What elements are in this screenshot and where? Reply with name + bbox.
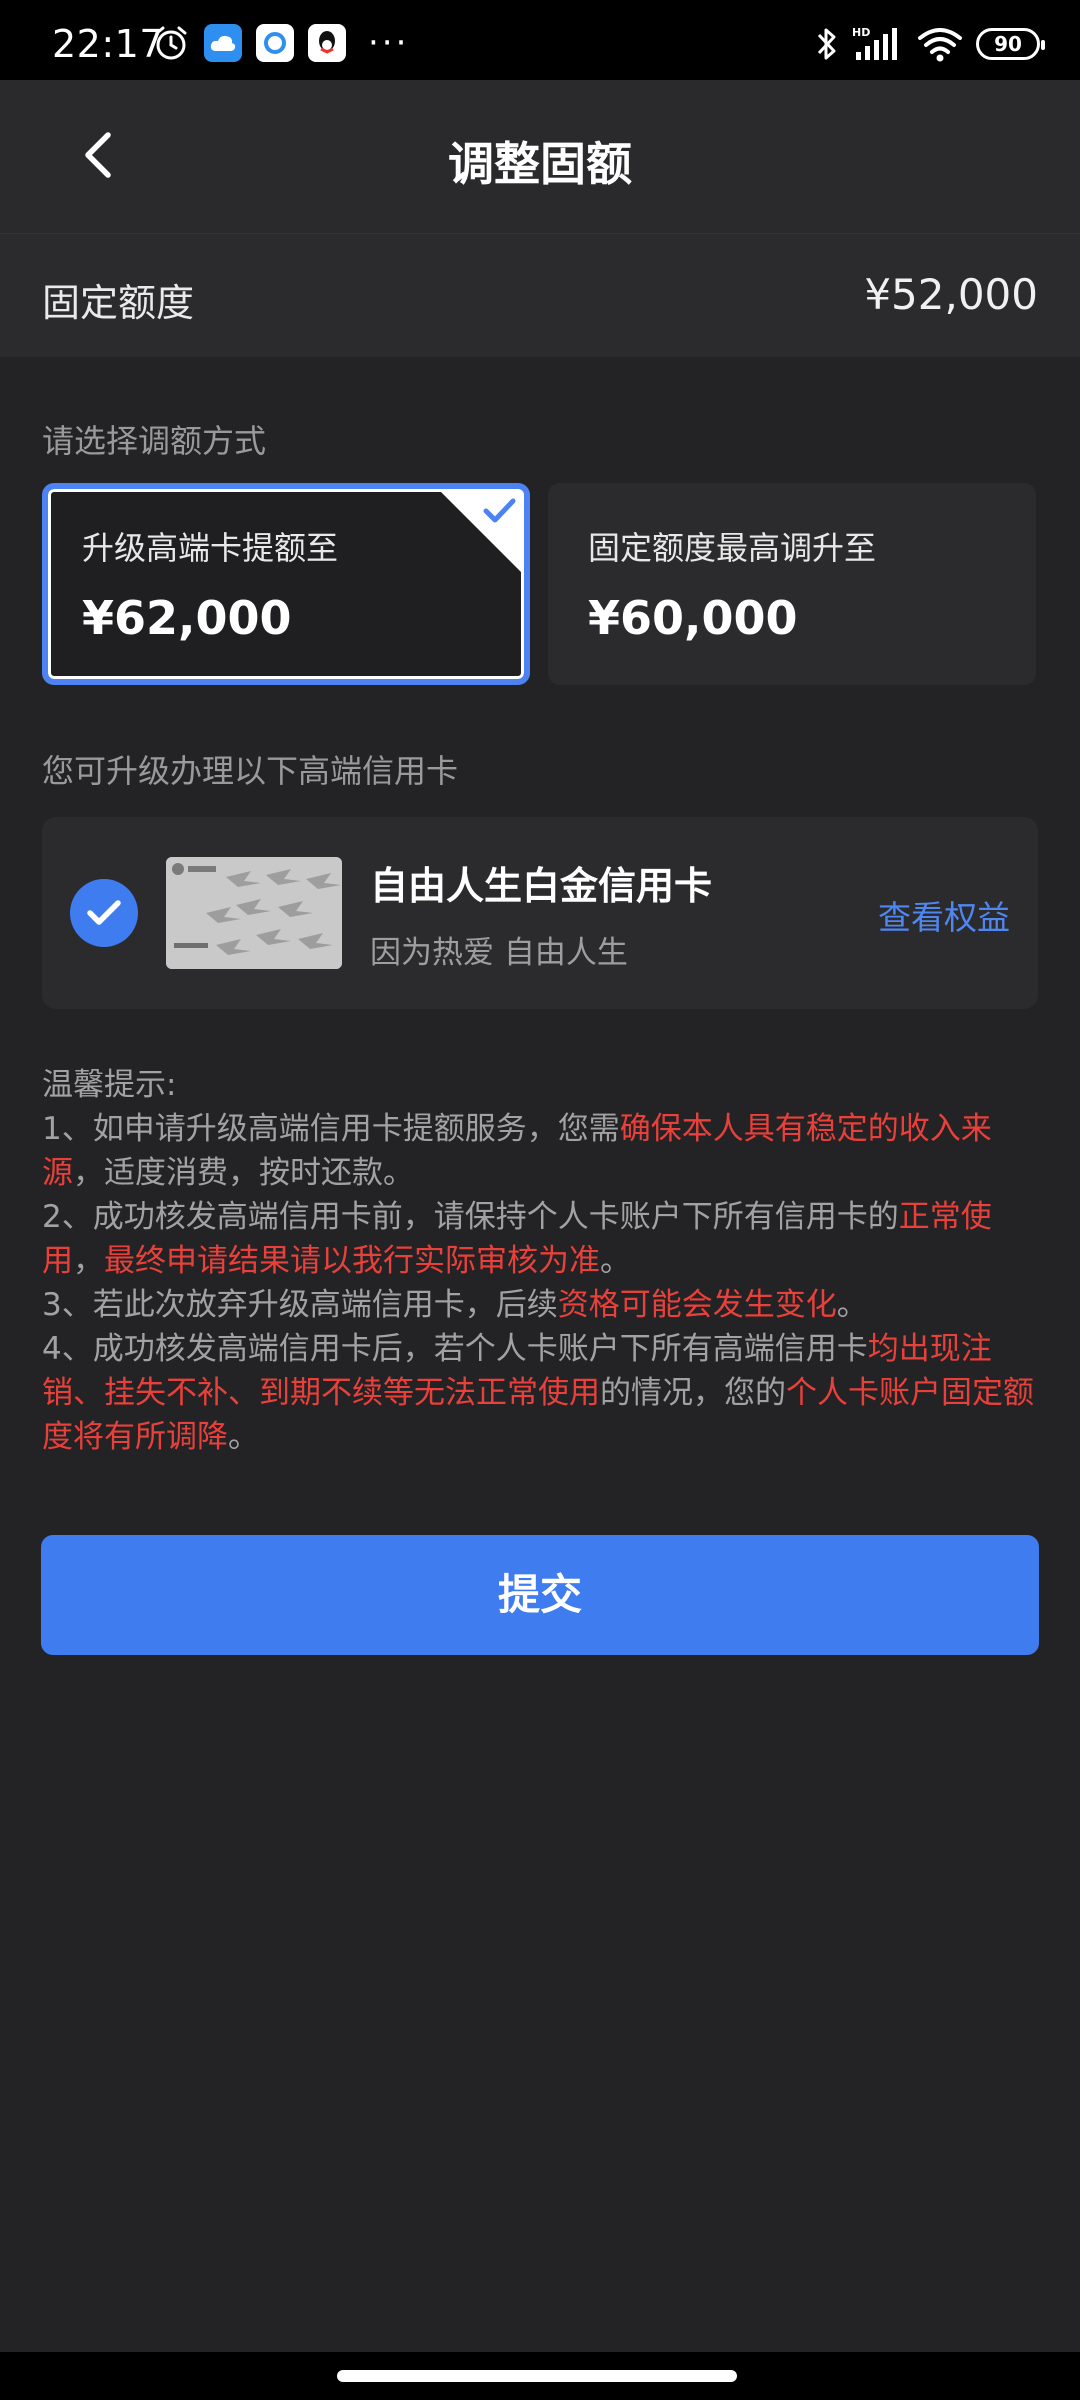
tip-item-1: 1、如申请升级高端信用卡提额服务，您需确保本人具有稳定的收入来源，适度消费，按时… [42,1107,1042,1195]
option-fixed-raise-label: 固定额度最高调升至 [588,529,877,567]
nav-bar: 调整固额 [0,80,1080,233]
option-fixed-raise[interactable]: 固定额度最高调升至 ¥60,000 [548,483,1036,685]
home-indicator[interactable] [337,2370,737,2382]
fixed-amount-value: ¥52,000 [864,270,1038,319]
fixed-amount-label: 固定额度 [42,281,195,325]
tip-text: 4、成功核发高端信用卡后，若个人卡账户下所有高端信用卡 [42,1331,868,1367]
tip-text: ， [73,1243,104,1279]
status-time: 22:17 [52,22,165,66]
status-bar: 22:17 ··· HD 90 [0,0,1080,80]
wifi-icon [918,28,962,62]
battery-level: 90 [994,32,1022,56]
tip-text: 1、如申请升级高端信用卡提额服务，您需 [42,1111,620,1147]
tips-block: 温馨提示: 1、如申请升级高端信用卡提额服务，您需确保本人具有稳定的收入来源，适… [42,1063,1042,1459]
hd-signal-icon: HD [852,26,897,60]
tip-text: 。 [836,1287,868,1323]
tip-text: 3、若此次放弃升级高端信用卡，后续 [42,1287,558,1323]
card-option[interactable]: 自由人生白金信用卡 因为热爱 自由人生 查看权益 [42,817,1038,1009]
credit-card-image [166,857,342,969]
status-left-icons: ··· [152,24,409,62]
view-benefits-link[interactable]: 查看权益 [878,891,1010,939]
fixed-amount-row: 固定额度 ¥52,000 [0,233,1080,357]
tip-warning-text: 资格可能会发生变化 [557,1287,837,1323]
page-title: 调整固额 [448,137,632,191]
svg-text:HD: HD [852,26,870,39]
upgrade-section-label: 您可升级办理以下高端信用卡 [42,752,459,790]
tip-text: 2、成功核发高端信用卡前，请保持个人卡账户下所有信用卡的 [42,1199,899,1235]
tip-item-4: 4、成功核发高端信用卡后，若个人卡账户下所有高端信用卡均出现注销、挂失不补、到期… [42,1327,1042,1459]
tip-text: ，适度消费，按时还款。 [73,1155,414,1191]
tip-item-2: 2、成功核发高端信用卡前，请保持个人卡账户下所有信用卡的正常使用，最终申请结果请… [42,1195,1042,1283]
more-dots: ··· [368,23,410,63]
tip-text: 的情况，您的 [600,1375,786,1411]
check-icon [87,900,121,925]
card-selected-checkbox[interactable] [70,879,138,947]
bluetooth-icon [817,28,836,60]
check-icon [483,498,516,523]
tip-item-3: 3、若此次放弃升级高端信用卡，后续资格可能会发生变化。 [42,1283,1042,1327]
method-section-label: 请选择调额方式 [42,422,267,460]
option-upgrade-label: 升级高端卡提额至 [82,529,339,567]
cloud-app-icon [204,24,242,62]
tip-warning-text: 最终申请结果请以我行实际审核为准 [104,1243,600,1279]
home-indicator-bar [0,2352,1080,2400]
qq-app-icon [308,24,346,62]
submit-button[interactable]: 提交 [41,1535,1039,1655]
tip-text: 。 [600,1243,631,1279]
card-slogan: 因为热爱 自由人生 [370,935,628,971]
browser-app-icon [256,24,294,62]
option-upgrade-amount: ¥62,000 [82,591,292,645]
battery-icon: 90 [976,28,1045,60]
card-name: 自由人生白金信用卡 [370,864,713,908]
tip-text: 。 [228,1419,259,1455]
option-fixed-raise-amount: ¥60,000 [588,591,798,645]
option-upgrade-card[interactable]: 升级高端卡提额至 ¥62,000 [42,483,530,685]
tips-title: 温馨提示: [42,1067,177,1103]
status-right-icons: HD 90 [814,24,1045,64]
alarm-icon [155,26,187,60]
